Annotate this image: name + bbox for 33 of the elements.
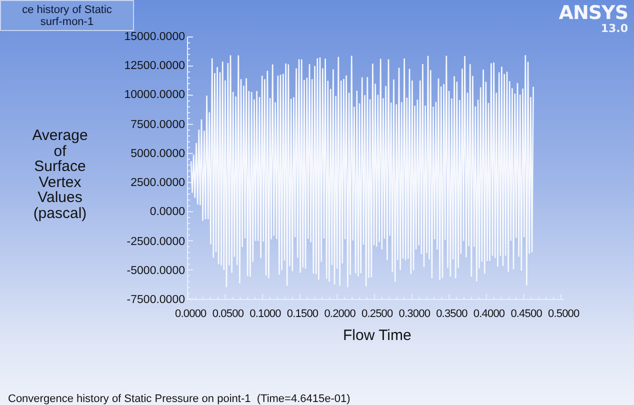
version-text: 13.0: [600, 23, 628, 35]
y-axis-label: of: [54, 144, 66, 159]
y-tick-label: 5000.0000: [130, 146, 185, 161]
y-tick-label: 12500.0000: [124, 59, 185, 74]
y-axis-label: (pascal): [33, 206, 87, 221]
y-axis-label: Surface: [34, 159, 86, 174]
y-tick-label: 7500.0000: [130, 118, 185, 132]
y-tick-label: 15000.0000: [124, 30, 185, 44]
x-tick-label: 0.3500: [435, 308, 468, 321]
y-axis-label: Values: [38, 190, 82, 206]
plot-title: surf-mon-1: [40, 16, 94, 28]
y-tick-label: -5000.0000: [126, 264, 185, 278]
x-tick-label: 0.4500: [510, 308, 543, 321]
x-axis-label: Flow Time: [343, 327, 412, 344]
x-tick-label: 0.1000: [248, 308, 282, 321]
x-tick-label: 0.3000: [398, 308, 432, 321]
y-tick-label: 10000.0000: [124, 88, 185, 102]
x-tick-label: 0.0500: [211, 308, 245, 321]
plot-title: ce history of Static: [22, 4, 112, 16]
y-tick-label: 0.0000: [150, 205, 185, 220]
logo-text: ANSYS: [558, 3, 628, 23]
x-tick-label: 0.2500: [360, 308, 394, 321]
plot-caption: Convergence history of Static Pressure on point-1 (Time=4.6415e-01): [8, 393, 350, 405]
x-tick-label: 0.5000: [546, 308, 580, 321]
x-tick-label: 0.4000: [472, 308, 506, 321]
y-axis-label: Vertex: [38, 174, 82, 190]
y-tick-label: -7500.0000: [126, 292, 185, 307]
y-tick-label: 2500.0000: [130, 176, 185, 190]
y-axis-label: Average: [32, 128, 88, 144]
x-tick-label: 0.2000: [323, 308, 356, 321]
x-tick-label: 0.1500: [286, 308, 320, 321]
x-tick-label: 0.0000: [174, 308, 208, 321]
y-tick-label: -2500.0000: [126, 234, 185, 249]
